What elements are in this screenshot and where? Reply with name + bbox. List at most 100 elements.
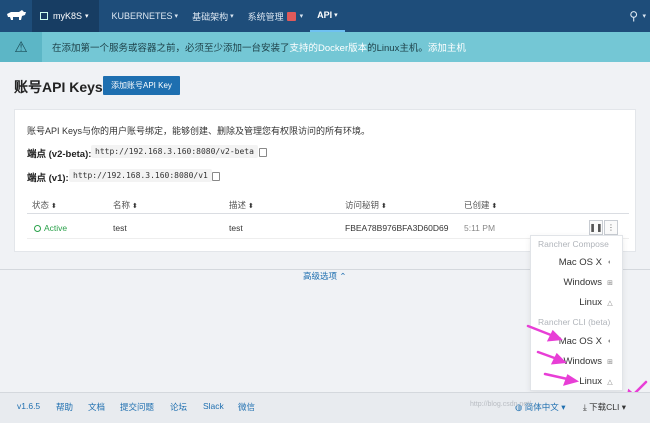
footer-wechat-link[interactable]: 微信 [238,401,255,413]
cli-macos-label: Mac OS X [558,336,602,347]
chevron-down-icon: ▾ [299,13,304,20]
dropdown-header-cli: Rancher CLI (beta) [538,317,611,327]
chevron-down-icon: ▾ [85,13,89,20]
footer-forum-link[interactable]: 论坛 [170,401,187,413]
banner-text: 在添加第一个服务或容器之前，必须至少添加一台安装了支持的Docker版本的Lin… [42,40,466,54]
nav-admin[interactable]: 系统管理 ▾ [241,0,311,32]
compose-linux-item[interactable]: Linux △ [579,297,614,308]
chevron-down-icon: ▾ [621,402,627,412]
column-description[interactable]: 描述 ⬍ [229,199,254,211]
status-label: Active [44,223,68,233]
chevron-down-icon[interactable]: ▾ [642,12,646,20]
download-cli-dropdown: Rancher Compose Mac OS X ◐ Windows ⊞ Linux… [530,235,623,391]
cow-icon [7,10,26,20]
nav-api[interactable]: API ▾ [310,0,345,32]
version-label[interactable]: v1.6.5 [17,401,40,411]
sort-icon: ⬍ [248,203,254,210]
nav-infrastructure-label: 基础架构 [192,11,229,22]
chevron-down-icon: ▾ [230,13,234,20]
created-time: 5:11 PM [464,223,496,233]
pause-button[interactable]: ❚❚ [589,220,603,235]
environment-icon [40,12,48,20]
copy-icon[interactable] [212,172,220,181]
chevron-down-icon: ▾ [334,12,338,19]
nav-admin-label: 系统管理 [247,11,284,22]
user-icon[interactable]: ⚲ [629,9,638,23]
compose-linux-label: Linux [579,297,602,308]
sort-icon: ⬍ [491,203,498,210]
endpoint-v1-label: 端点 (v1): [27,173,69,184]
nav-kubernetes-label: KUBERNETES [111,11,173,21]
footer: v1.6.5 帮助 文档 提交问题 论坛 Slack 微信 ◍ 简体中文 ▾ ⤓… [0,392,650,423]
more-actions-button[interactable]: ⋮ [604,220,618,235]
footer-slack-link[interactable]: Slack [203,401,224,411]
env-name: myK8S [53,11,83,21]
linux-icon: △ [607,299,613,307]
column-status-label: 状态 [32,200,50,210]
footer-help-link[interactable]: 帮助 [56,401,73,413]
chevron-down-icon: ▾ [561,402,566,412]
footer-issue-link[interactable]: 提交问题 [120,401,154,413]
column-created-label: 已创建 [464,200,490,210]
add-host-link[interactable]: 添加主机 [428,43,466,54]
warning-banner: ⚠ 在添加第一个服务或容器之前，必须至少添加一台安装了支持的Docker版本的L… [0,32,650,62]
kebab-menu-icon: ⋮ [607,223,615,232]
cli-windows-label: Windows [563,356,602,367]
column-status[interactable]: 状态 ⬍ [32,199,57,211]
windows-icon: ⊞ [607,279,613,287]
banner-prefix: 在添加第一个服务或容器之前，必须至少添加一台安装了 [52,43,290,54]
add-api-key-button[interactable]: 添加账号API Key [103,76,180,95]
cli-linux-label: Linux [579,376,602,387]
dropdown-header-compose: Rancher Compose [538,239,609,249]
top-nav: myK8S ▾ KUBERNETES ▾ 基础架构 ▾ 系统管理 ▾ API ▾ ⚲ ▾ [0,0,650,32]
apple-icon: ◐ [607,338,613,345]
footer-docs-link[interactable]: 文档 [88,401,105,413]
copy-icon[interactable] [259,148,267,157]
key-description: test [229,223,243,233]
pause-icon: ❚❚ [589,223,603,232]
warning-icon: ⚠ [0,32,42,62]
compose-macos-label: Mac OS X [558,257,602,268]
banner-mid: 的Linux主机。 [367,43,428,54]
column-name[interactable]: 名称 ⬍ [113,199,138,211]
sort-icon: ⬍ [381,203,387,210]
sort-icon: ⬍ [51,203,57,210]
linux-icon: △ [607,378,613,386]
cli-windows-item[interactable]: Windows ⊞ [563,356,614,367]
watermark: http://blog.csdn.net/... [470,401,537,408]
panel-description: 账号API Keys与你的用户账号绑定，能够创建、删除及管理您有权限访问的所有环… [27,126,371,136]
status-badge: Active [34,223,67,233]
download-cli-button[interactable]: ⤓ 下载CLI ▾ [583,401,626,413]
column-created[interactable]: 已创建 ⬍ [464,199,497,211]
chevron-down-icon: ▾ [174,13,179,20]
download-icon: ⤓ [583,402,587,412]
advanced-options-toggle[interactable]: 高级选项 ⌃ [303,270,347,282]
chevron-up-icon: ⌃ [339,271,347,281]
access-key: FBEA78B976BFA3D60D69 [345,223,449,233]
table-header: 状态 ⬍ 名称 ⬍ 描述 ⬍ 访问秘钥 ⬍ 已创建 ⬍ [27,196,629,214]
endpoint-v1-url[interactable]: http://192.168.3.160:8080/v1 [69,169,212,182]
nav-kubernetes[interactable]: KUBERNETES ▾ [105,0,186,32]
api-keys-panel: 账号API Keys与你的用户账号绑定，能够创建、删除及管理您有权限访问的所有环… [14,109,636,252]
column-name-label: 名称 [113,200,131,210]
docker-version-link[interactable]: 支持的Docker版本 [290,43,368,54]
compose-macos-item[interactable]: Mac OS X ◐ [559,257,614,268]
compose-windows-item[interactable]: Windows ⊞ [563,277,614,288]
rancher-logo[interactable] [0,0,32,32]
nav-infrastructure[interactable]: 基础架构 ▾ [185,0,241,32]
cli-linux-item[interactable]: Linux △ [579,376,614,387]
endpoint-v2-label: 端点 (v2-beta): [27,149,92,160]
download-cli-label: 下载CLI [589,402,620,412]
cli-macos-item[interactable]: Mac OS X ◐ [559,336,614,347]
key-name: test [113,223,127,233]
nav-api-label: API [317,10,333,20]
column-access-key[interactable]: 访问秘钥 ⬍ [345,199,387,211]
env-selector[interactable]: myK8S ▾ [32,0,99,32]
advanced-options-label: 高级选项 [303,271,338,281]
endpoint-v2-url[interactable]: http://192.168.3.160:8080/v2-beta [91,145,258,158]
apple-icon: ◐ [607,259,613,266]
compose-windows-label: Windows [563,277,602,288]
column-access-key-label: 访问秘钥 [345,200,380,210]
page-title: 账号API Keys [14,79,103,95]
warning-badge-icon [286,11,296,21]
